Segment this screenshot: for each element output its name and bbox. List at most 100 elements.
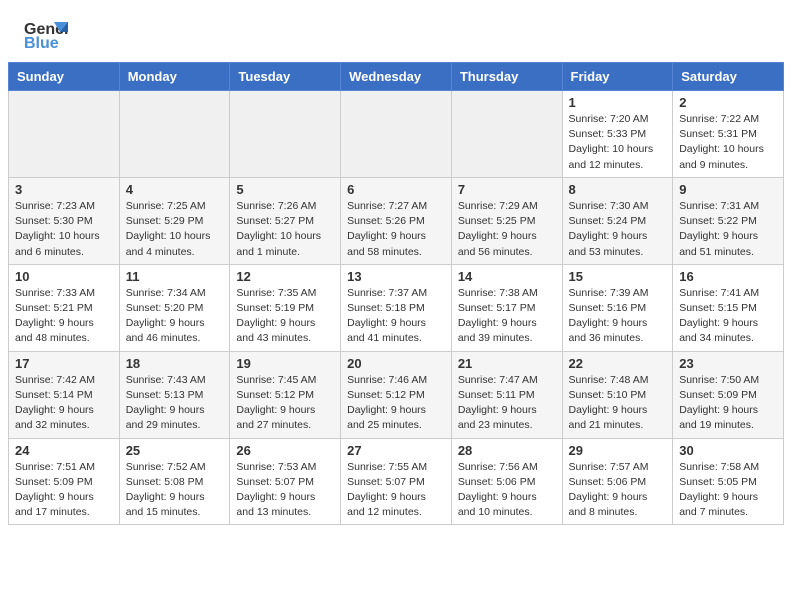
day-info: Sunrise: 7:48 AM Sunset: 5:10 PM Dayligh… [569,373,667,434]
day-number: 1 [569,95,667,110]
day-number: 8 [569,182,667,197]
day-info: Sunrise: 7:55 AM Sunset: 5:07 PM Dayligh… [347,460,445,521]
day-number: 4 [126,182,224,197]
day-number: 9 [679,182,777,197]
day-info: Sunrise: 7:52 AM Sunset: 5:08 PM Dayligh… [126,460,224,521]
page-header: General Blue [0,0,792,62]
day-number: 24 [15,443,113,458]
day-info: Sunrise: 7:53 AM Sunset: 5:07 PM Dayligh… [236,460,334,521]
day-cell: 24Sunrise: 7:51 AM Sunset: 5:09 PM Dayli… [9,438,120,525]
day-number: 28 [458,443,556,458]
day-cell: 15 Sunrise: 7:39 AM Sunset: 5:16 PM Dayli… [562,264,673,351]
day-info: Sunrise: 7:22 AM Sunset: 5:31 PM Dayligh… [679,112,777,173]
day-info: Sunrise: 7:37 AM Sunset: 5:18 PM Dayligh… [347,286,445,347]
day-cell: 12Sunrise: 7:35 AM Sunset: 5:19 PM Dayli… [230,264,341,351]
day-info: Sunrise: 7:31 AM Sunset: 5:22 PM Dayligh… [679,199,777,260]
day-info: Sunrise: 7:58 AM Sunset: 5:05 PM Dayligh… [679,460,777,521]
day-number: 26 [236,443,334,458]
day-number: 22 [569,356,667,371]
day-cell: 14 Sunrise: 7:38 AM Sunset: 5:17 PM Dayli… [451,264,562,351]
day-cell [9,91,120,178]
day-cell: 8 Sunrise: 7:30 AM Sunset: 5:24 PM Daylig… [562,177,673,264]
day-cell: 9 Sunrise: 7:31 AM Sunset: 5:22 PM Daylig… [673,177,784,264]
weekday-saturday: Saturday [673,63,784,91]
day-info: Sunrise: 7:34 AM Sunset: 5:20 PM Dayligh… [126,286,224,347]
day-cell: 27Sunrise: 7:55 AM Sunset: 5:07 PM Dayli… [341,438,452,525]
week-row-1: 1 Sunrise: 7:20 AM Sunset: 5:33 PM Daylig… [9,91,784,178]
week-row-2: 3 Sunrise: 7:23 AM Sunset: 5:30 PM Daylig… [9,177,784,264]
day-cell [341,91,452,178]
day-cell: 30 Sunrise: 7:58 AM Sunset: 5:05 PM Dayli… [673,438,784,525]
day-number: 10 [15,269,113,284]
day-info: Sunrise: 7:45 AM Sunset: 5:12 PM Dayligh… [236,373,334,434]
day-number: 14 [458,269,556,284]
day-number: 15 [569,269,667,284]
day-cell: 23 Sunrise: 7:50 AM Sunset: 5:09 PM Dayli… [673,351,784,438]
day-number: 2 [679,95,777,110]
day-info: Sunrise: 7:30 AM Sunset: 5:24 PM Dayligh… [569,199,667,260]
day-cell: 2 Sunrise: 7:22 AM Sunset: 5:31 PM Daylig… [673,91,784,178]
day-info: Sunrise: 7:23 AM Sunset: 5:30 PM Dayligh… [15,199,113,260]
day-cell: 10Sunrise: 7:33 AM Sunset: 5:21 PM Dayli… [9,264,120,351]
day-cell: 25 Sunrise: 7:52 AM Sunset: 5:08 PM Dayli… [119,438,230,525]
day-cell: 4Sunrise: 7:25 AM Sunset: 5:29 PM Daylig… [119,177,230,264]
day-number: 30 [679,443,777,458]
day-cell: 7 Sunrise: 7:29 AM Sunset: 5:25 PM Daylig… [451,177,562,264]
day-number: 16 [679,269,777,284]
day-number: 25 [126,443,224,458]
logo: General Blue [24,18,72,54]
day-info: Sunrise: 7:20 AM Sunset: 5:33 PM Dayligh… [569,112,667,173]
day-info: Sunrise: 7:42 AM Sunset: 5:14 PM Dayligh… [15,373,113,434]
day-cell: 13 Sunrise: 7:37 AM Sunset: 5:18 PM Dayli… [341,264,452,351]
day-info: Sunrise: 7:38 AM Sunset: 5:17 PM Dayligh… [458,286,556,347]
day-info: Sunrise: 7:35 AM Sunset: 5:19 PM Dayligh… [236,286,334,347]
weekday-monday: Monday [119,63,230,91]
day-info: Sunrise: 7:39 AM Sunset: 5:16 PM Dayligh… [569,286,667,347]
day-info: Sunrise: 7:57 AM Sunset: 5:06 PM Dayligh… [569,460,667,521]
day-cell: 26 Sunrise: 7:53 AM Sunset: 5:07 PM Dayli… [230,438,341,525]
logo-icon: General Blue [24,18,68,54]
day-number: 23 [679,356,777,371]
weekday-tuesday: Tuesday [230,63,341,91]
day-number: 29 [569,443,667,458]
day-number: 11 [126,269,224,284]
day-number: 19 [236,356,334,371]
day-number: 3 [15,182,113,197]
svg-text:Blue: Blue [24,35,59,52]
day-cell: 1 Sunrise: 7:20 AM Sunset: 5:33 PM Daylig… [562,91,673,178]
day-number: 17 [15,356,113,371]
day-cell: 21Sunrise: 7:47 AM Sunset: 5:11 PM Dayli… [451,351,562,438]
day-number: 13 [347,269,445,284]
day-info: Sunrise: 7:29 AM Sunset: 5:25 PM Dayligh… [458,199,556,260]
week-row-4: 17 Sunrise: 7:42 AM Sunset: 5:14 PM Dayli… [9,351,784,438]
day-cell: 16 Sunrise: 7:41 AM Sunset: 5:15 PM Dayli… [673,264,784,351]
day-info: Sunrise: 7:41 AM Sunset: 5:15 PM Dayligh… [679,286,777,347]
weekday-friday: Friday [562,63,673,91]
day-info: Sunrise: 7:26 AM Sunset: 5:27 PM Dayligh… [236,199,334,260]
day-cell [119,91,230,178]
day-number: 7 [458,182,556,197]
day-info: Sunrise: 7:43 AM Sunset: 5:13 PM Dayligh… [126,373,224,434]
week-row-3: 10Sunrise: 7:33 AM Sunset: 5:21 PM Dayli… [9,264,784,351]
day-info: Sunrise: 7:46 AM Sunset: 5:12 PM Dayligh… [347,373,445,434]
day-number: 6 [347,182,445,197]
day-cell [230,91,341,178]
day-number: 18 [126,356,224,371]
day-cell: 28Sunrise: 7:56 AM Sunset: 5:06 PM Dayli… [451,438,562,525]
day-info: Sunrise: 7:50 AM Sunset: 5:09 PM Dayligh… [679,373,777,434]
day-number: 20 [347,356,445,371]
weekday-wednesday: Wednesday [341,63,452,91]
day-cell: 20 Sunrise: 7:46 AM Sunset: 5:12 PM Dayli… [341,351,452,438]
day-cell: 6 Sunrise: 7:27 AM Sunset: 5:26 PM Daylig… [341,177,452,264]
day-cell: 22 Sunrise: 7:48 AM Sunset: 5:10 PM Dayli… [562,351,673,438]
day-cell: 11 Sunrise: 7:34 AM Sunset: 5:20 PM Dayli… [119,264,230,351]
day-cell: 29 Sunrise: 7:57 AM Sunset: 5:06 PM Dayli… [562,438,673,525]
day-info: Sunrise: 7:27 AM Sunset: 5:26 PM Dayligh… [347,199,445,260]
day-cell: 19 Sunrise: 7:45 AM Sunset: 5:12 PM Dayli… [230,351,341,438]
weekday-sunday: Sunday [9,63,120,91]
week-row-5: 24Sunrise: 7:51 AM Sunset: 5:09 PM Dayli… [9,438,784,525]
day-info: Sunrise: 7:47 AM Sunset: 5:11 PM Dayligh… [458,373,556,434]
day-cell: 17 Sunrise: 7:42 AM Sunset: 5:14 PM Dayli… [9,351,120,438]
day-cell: 18 Sunrise: 7:43 AM Sunset: 5:13 PM Dayli… [119,351,230,438]
day-number: 5 [236,182,334,197]
